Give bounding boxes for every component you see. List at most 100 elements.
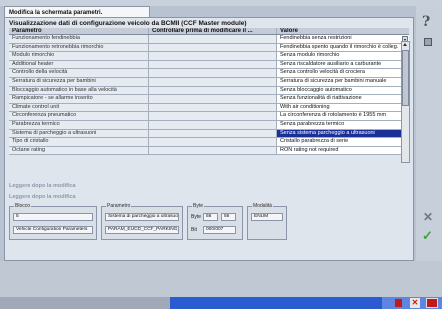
- value-select[interactable]: Senza bloccaggio automatico: [277, 86, 409, 95]
- parametro-code: PARAM_EUCD_CCF_PARKING_ASSISTANC: [105, 226, 179, 234]
- table-row[interactable]: Serratura di sicurezza per bambini Serrat…: [9, 77, 409, 87]
- byte-title: Byte: [192, 203, 205, 209]
- value-select[interactable]: With air conditioning: [277, 103, 409, 112]
- table-row[interactable]: Modulo rimorchio Senza modulo rimorchio: [9, 52, 409, 61]
- value-text: Senza controllo velocità di crociera: [280, 69, 365, 76]
- blocco-group: Blocco 5 Vehicle Configuration Parameter…: [9, 203, 97, 240]
- param-name-cell: Serratura di sicurezza per bambini: [9, 77, 149, 86]
- table-row[interactable]: Sistema di parcheggio a ultrasuoni Senza …: [9, 129, 409, 139]
- scrollbar-thumb[interactable]: [402, 50, 409, 106]
- param-name-cell: Rampicatore - se allarme inserito: [9, 95, 149, 103]
- control-cell: [149, 77, 277, 86]
- param-name-cell: Tipo di cristallo: [9, 138, 149, 146]
- control-cell: [149, 69, 277, 77]
- scroll-up-icon[interactable]: [403, 43, 407, 46]
- value-text: Senza bloccaggio automatico: [280, 86, 352, 93]
- parametro-title: Parametro: [106, 203, 132, 209]
- value-text: With air conditioning: [280, 103, 330, 110]
- value-select[interactable]: Senza funzionalità di riattivazione: [277, 95, 409, 103]
- help-icon[interactable]: ?: [422, 14, 430, 30]
- lock-icon[interactable]: [424, 38, 432, 46]
- value-text: Senza parabrezza termico: [280, 120, 345, 127]
- table-row[interactable]: Rampicatore - se allarme inserito Senza f…: [9, 95, 409, 104]
- table-row[interactable]: Parabrezza termico Senza parabrezza termi…: [9, 120, 409, 130]
- header-parametro: Parametro: [9, 28, 149, 34]
- param-name-cell: Circonferenza pneumatico: [9, 112, 149, 120]
- table-row[interactable]: Funzionamento fendinebbia Fendinebbia sen…: [9, 35, 409, 44]
- value-select[interactable]: Senza controllo velocità di crociera: [277, 69, 409, 77]
- param-name-cell: Parabrezza termico: [9, 120, 149, 129]
- modalita-value: ENUM: [251, 213, 283, 221]
- control-cell: [149, 60, 277, 69]
- table-scrollbar[interactable]: [401, 41, 410, 163]
- tray-app-icon[interactable]: ✕: [410, 298, 420, 308]
- read-after-label: Leggere dopo la modifica: [9, 194, 76, 200]
- control-cell: [149, 43, 277, 52]
- header-valore: Valore: [277, 28, 409, 34]
- value-text: Senza funzionalità di riattivazione: [280, 95, 362, 102]
- byte-value-2: 56: [221, 213, 236, 221]
- control-cell: [149, 138, 277, 146]
- param-name-cell: Bloccaggio automatico in base alla veloc…: [9, 86, 149, 95]
- value-text: Serratura di sicurezza per bambini manua…: [280, 77, 387, 84]
- control-cell: [149, 129, 277, 138]
- value-text: Fendinebbia senza restrizioni: [280, 35, 352, 41]
- table-row[interactable]: Bloccaggio automatico in base alla veloc…: [9, 86, 409, 96]
- value-select[interactable]: Senza parabrezza termico: [277, 120, 409, 129]
- control-cell: [149, 86, 277, 95]
- value-text: La circonferenza di rotolamento è 1955 m…: [280, 112, 387, 119]
- confirm-icon[interactable]: ✓: [422, 228, 433, 244]
- blocco-title: Blocco: [14, 203, 32, 209]
- value-select[interactable]: La circonferenza di rotolamento è 1955 m…: [277, 112, 409, 120]
- byte-value-1: 56: [203, 213, 218, 221]
- parametro-name: Sistema di parcheggio a ultrasuoni: [105, 213, 179, 221]
- table-row[interactable]: Tipo di cristallo Cristallo parabrezza di…: [9, 138, 409, 147]
- value-select[interactable]: Senza modulo rimorchio: [277, 52, 409, 60]
- param-name-cell: Modulo rimorchio: [9, 52, 149, 60]
- value-select[interactable]: Senza riscaldatore ausiliario a carburan…: [277, 60, 409, 69]
- table-header: Parametro Controllare prima di modificar…: [9, 28, 409, 35]
- value-text: Senza sistema parcheggio a ultrasuoni: [280, 129, 375, 136]
- byte-prefix-label: Byte: [191, 214, 202, 220]
- panel-heading: Visualizzazione dati di configurazione v…: [9, 20, 247, 27]
- param-name-cell: Funzionamento retronebbia rimorchio: [9, 43, 149, 52]
- table-row[interactable]: Climate control unit With air conditionin…: [9, 103, 409, 113]
- value-text: RON rating not required: [280, 146, 339, 153]
- value-text: Senza modulo rimorchio: [280, 52, 340, 59]
- blocco-description: Vehicle Configuration Parameters: [13, 226, 93, 234]
- control-cell: [149, 52, 277, 60]
- blocco-value: 5: [13, 213, 93, 221]
- control-cell: [149, 146, 277, 155]
- param-name-cell: Sistema di parcheggio a ultrasuoni: [9, 129, 149, 138]
- table-row[interactable]: Octane rating RON rating not required: [9, 146, 409, 156]
- value-select[interactable]: Fendinebbia senza restrizioni: [277, 35, 409, 43]
- bit-range-value: 000/007: [203, 226, 236, 234]
- value-select[interactable]: Fendinebbia spento quando il rimorchio è…: [277, 43, 409, 52]
- cancel-icon[interactable]: ✕: [423, 210, 433, 224]
- read-before-label: Leggere dopo la modifica: [9, 183, 76, 189]
- tray-network-icon[interactable]: [426, 298, 438, 308]
- table-row[interactable]: Additional heater Senza riscaldatore ausi…: [9, 60, 409, 70]
- param-name-cell: Controllo della velocità: [9, 69, 149, 77]
- control-cell: [149, 35, 277, 43]
- control-cell: [149, 112, 277, 120]
- bit-prefix-label: Bit: [191, 227, 197, 233]
- value-text: Cristallo parabrezza di serie: [280, 138, 349, 145]
- value-select[interactable]: Serratura di sicurezza per bambini manua…: [277, 77, 409, 86]
- table-row[interactable]: Circonferenza pneumatico La circonferenza…: [9, 112, 409, 121]
- right-toolbar: ? ✕ ✓: [416, 6, 442, 261]
- value-select[interactable]: Senza sistema parcheggio a ultrasuoni: [277, 129, 409, 138]
- value-text: Fendinebbia spento quando il rimorchio è…: [280, 43, 399, 50]
- table-row[interactable]: Controllo della velocità Senza controllo …: [9, 69, 409, 78]
- control-cell: [149, 95, 277, 103]
- parameters-table: Parametro Controllare prima di modificar…: [9, 28, 409, 156]
- value-text: Senza riscaldatore ausiliario a carburan…: [280, 60, 382, 67]
- tray-alert-icon[interactable]: [395, 299, 402, 307]
- taskbar-left: [0, 297, 170, 309]
- table-row[interactable]: Funzionamento retronebbia rimorchio Fendi…: [9, 43, 409, 53]
- param-name-cell: Funzionamento fendinebbia: [9, 35, 149, 43]
- value-select[interactable]: RON rating not required: [277, 146, 409, 155]
- control-cell: [149, 103, 277, 112]
- byte-group: Byte Byte 56 56 Bit 000/007: [187, 203, 243, 240]
- value-select[interactable]: Cristallo parabrezza di serie: [277, 138, 409, 146]
